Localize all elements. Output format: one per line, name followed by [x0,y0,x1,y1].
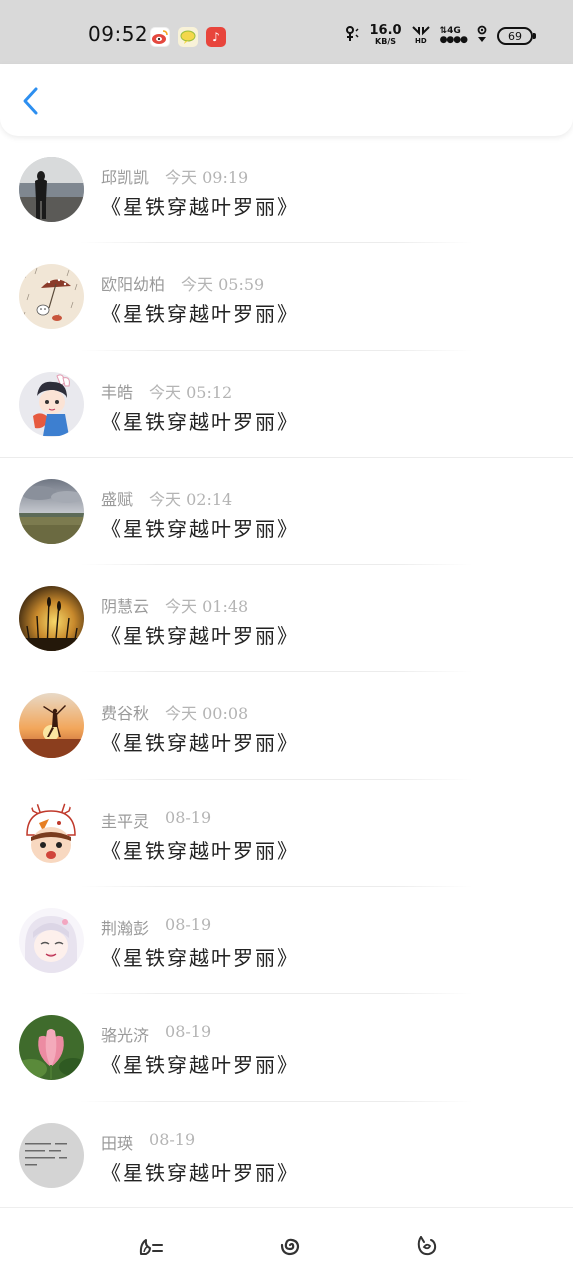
post-title[interactable]: 《星铁穿越叶罗丽》 [101,191,299,220]
weibo-icon [150,27,170,47]
post-time: 今天 02:14 [149,489,233,509]
post-title[interactable]: 《星铁穿越叶罗丽》 [101,513,299,542]
author-name[interactable]: 骆光济 [101,1022,149,1046]
svg-text:HD: HD [415,37,427,44]
avatar[interactable] [19,586,84,652]
author-name[interactable]: 荆瀚彭 [101,915,149,939]
header [0,64,573,136]
profile-leaf-icon [417,1236,437,1256]
post-title[interactable]: 《星铁穿越叶罗丽》 [101,942,299,971]
avatar[interactable] [19,264,84,330]
post-time: 今天 01:48 [165,597,249,617]
avatar[interactable] [19,157,84,222]
avatar[interactable] [19,1015,84,1081]
bottom-nav [0,1207,573,1280]
list-item[interactable]: 丰皓 今天 05:12 《星铁穿越叶罗丽》 [0,351,573,458]
post-time: 08-19 [165,915,212,935]
hd-icon: HD [411,24,431,48]
list-item[interactable]: 盛赋 今天 02:14 《星铁穿越叶罗丽》 [0,458,573,566]
author-name[interactable]: 邱凯凯 [101,164,149,188]
list-item[interactable]: 阴慧云 今天 01:48 《星铁穿越叶罗丽》 [0,565,573,673]
list-item[interactable]: 费谷秋 今天 00:08 《星铁穿越叶罗丽》 [0,672,573,780]
nav-discover-button[interactable] [275,1230,305,1260]
post-title[interactable]: 《星铁穿越叶罗丽》 [101,620,299,649]
post-list: 邱凯凯 今天 09:19 《星铁穿越叶罗丽》 欧阳幼柏 今天 05:59 《星铁… [0,136,573,1209]
home-list-icon [139,1239,163,1255]
spiral-icon [280,1238,300,1256]
post-title[interactable]: 《星铁穿越叶罗丽》 [101,835,299,864]
post-time: 今天 05:12 [149,382,233,402]
nfc-icon [343,25,361,47]
post-time: 今天 00:08 [165,704,249,724]
chevron-left-icon [23,87,38,115]
author-name[interactable]: 欧阳幼柏 [101,271,165,295]
author-name[interactable]: 盛赋 [101,486,133,510]
net-speed: 16.0 KB/S [369,23,402,46]
battery-icon: 69 [497,27,536,45]
list-item[interactable]: 骆光济 08-19 《星铁穿越叶罗丽》 [0,994,573,1102]
post-time: 今天 05:59 [181,275,265,295]
status-time: 09:52 [88,22,149,46]
avatar[interactable] [19,693,84,759]
status-bar: 09:52 ♪ 16.0 KB/S HD ⇅4G ●●●● 69 [0,0,573,64]
back-button[interactable] [14,84,48,118]
post-title[interactable]: 《星铁穿越叶罗丽》 [101,406,299,435]
author-name[interactable]: 圭平灵 [101,808,149,832]
list-item[interactable]: 田瑛 08-19 《星铁穿越叶罗丽》 [0,1102,573,1209]
avatar[interactable] [19,800,84,866]
avatar[interactable] [19,908,84,974]
nav-profile-button[interactable] [412,1230,442,1260]
list-item[interactable]: 圭平灵 08-19 《星铁穿越叶罗丽》 [0,780,573,888]
post-title[interactable]: 《星铁穿越叶罗丽》 [101,727,299,756]
signal-icon [476,25,488,47]
author-name[interactable]: 费谷秋 [101,700,149,724]
post-time: 08-19 [165,1022,212,1042]
avatar[interactable] [19,1122,84,1188]
post-title[interactable]: 《星铁穿越叶罗丽》 [101,1049,299,1078]
avatar[interactable] [19,478,84,544]
chat-bubble-icon [178,27,198,47]
post-time: 今天 09:19 [165,168,249,187]
author-name[interactable]: 丰皓 [101,379,133,403]
network-4g-icon: ⇅4G ●●●● [439,26,468,45]
nav-home-button[interactable] [136,1230,166,1260]
post-title[interactable]: 《星铁穿越叶罗丽》 [101,1157,299,1186]
music-icon: ♪ [206,27,226,47]
post-time: 08-19 [149,1129,196,1149]
author-name[interactable]: 阴慧云 [101,593,149,617]
list-item[interactable]: 邱凯凯 今天 09:19 《星铁穿越叶罗丽》 [0,136,573,244]
author-name[interactable]: 田瑛 [101,1130,133,1154]
post-title[interactable]: 《星铁穿越叶罗丽》 [101,298,299,327]
list-item[interactable]: 荆瀚彭 08-19 《星铁穿越叶罗丽》 [0,887,573,995]
status-indicators: 16.0 KB/S HD ⇅4G ●●●● 69 [343,23,536,48]
list-item[interactable]: 欧阳幼柏 今天 05:59 《星铁穿越叶罗丽》 [0,243,573,351]
avatar[interactable] [19,371,84,437]
post-time: 08-19 [165,807,212,827]
